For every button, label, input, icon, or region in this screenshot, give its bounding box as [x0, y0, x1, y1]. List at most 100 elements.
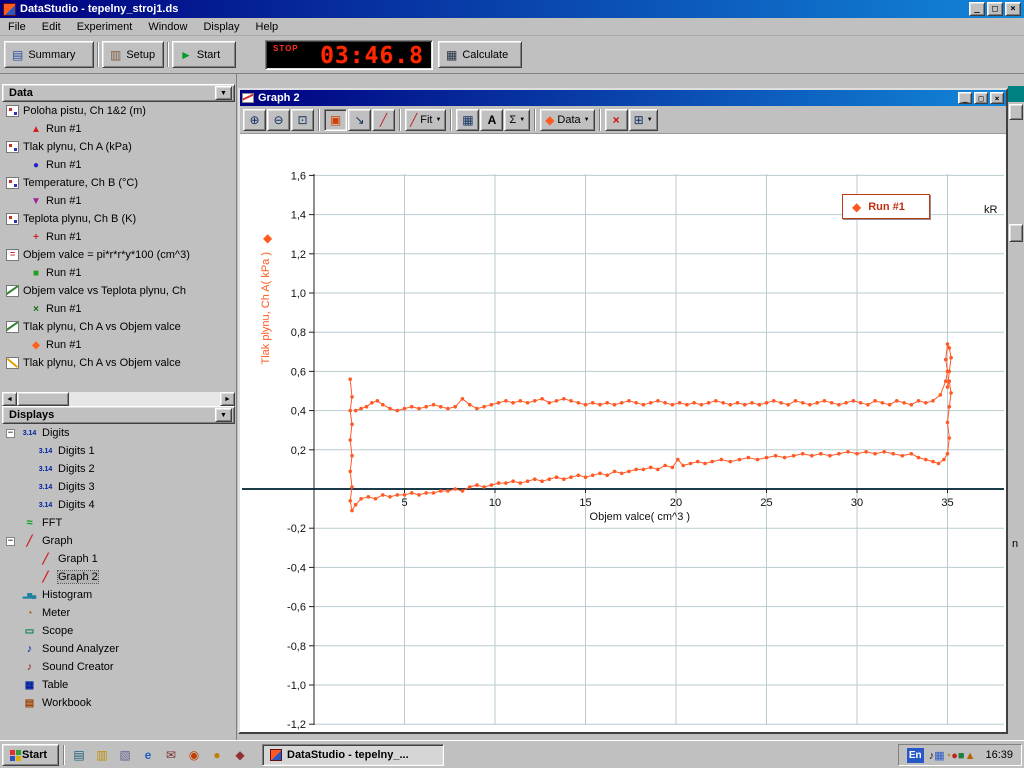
data-menu-button[interactable]: ◆Data▼ — [540, 109, 594, 131]
smart-tool-button[interactable]: ╱ — [372, 109, 395, 131]
zoom-out-button[interactable]: ⊖ — [267, 109, 290, 131]
graph-close-button[interactable]: × — [990, 92, 1004, 104]
start-recording-button[interactable]: ► Start — [172, 41, 236, 68]
svg-text:-1,2: -1,2 — [287, 719, 306, 731]
data-source-icon — [6, 285, 19, 297]
display-item-graph-1[interactable]: ╱Graph 1 — [2, 550, 235, 568]
menu-window[interactable]: Window — [140, 19, 195, 35]
remove-button[interactable]: × — [605, 109, 628, 131]
zoom-select-button[interactable]: ⊡ — [291, 109, 314, 131]
display-item-graph[interactable]: −╱Graph — [2, 532, 235, 550]
minimize-button[interactable]: _ — [969, 2, 985, 16]
menu-experiment[interactable]: Experiment — [69, 19, 141, 35]
quick-launch-files-icon[interactable]: ▧ — [116, 746, 134, 764]
data-source-item[interactable]: Poloha pistu, Ch 1&2 (m) — [2, 102, 235, 120]
summary-button[interactable]: ▤ Summary — [4, 41, 94, 68]
menu-help[interactable]: Help — [248, 19, 287, 35]
display-item-workbook[interactable]: ▤Workbook — [2, 694, 235, 712]
display-item-sound-analyzer[interactable]: ♪Sound Analyzer — [2, 640, 235, 658]
data-run-item[interactable]: ■Run #1 — [2, 264, 235, 282]
background-window-button[interactable] — [1009, 104, 1023, 120]
display-item-histogram[interactable]: ▂▆▄Histogram — [2, 586, 235, 604]
run-marker-icon: × — [30, 304, 42, 315]
fit-menu-button[interactable]: ╱Fit▼ — [405, 109, 446, 131]
calculate-button[interactable]: ▦ Calculate — [438, 41, 522, 68]
data-source-item[interactable]: Objem valce vs Teplota plynu, Ch — [2, 282, 235, 300]
display-item-sound-creator[interactable]: ♪Sound Creator — [2, 658, 235, 676]
displays-panel-title: Displays — [9, 409, 54, 421]
language-indicator[interactable]: En — [907, 748, 924, 763]
quick-launch-editor-icon[interactable]: ▥ — [93, 746, 111, 764]
start-menu-button[interactable]: Start — [2, 744, 59, 766]
display-item-digits-4[interactable]: 3.14Digits 4 — [2, 496, 235, 514]
window-titlebar[interactable]: DataStudio - tepelny_stroj1.ds _ □ × — [0, 0, 1024, 18]
display-item-meter[interactable]: ◔Meter — [2, 604, 235, 622]
quick-launch-mail-icon[interactable]: ✉ — [162, 746, 180, 764]
maximize-button[interactable]: □ — [987, 2, 1003, 16]
data-run-item[interactable]: ◆Run #1 — [2, 336, 235, 354]
display-item-table[interactable]: ▦Table — [2, 676, 235, 694]
zoom-in-button[interactable]: ⊕ — [243, 109, 266, 131]
taskbar-clock[interactable]: 16:39 — [985, 749, 1013, 761]
scroll-right-button[interactable]: ► — [220, 392, 235, 406]
data-run-item[interactable]: +Run #1 — [2, 228, 235, 246]
data-run-item[interactable]: ×Run #1 — [2, 300, 235, 318]
close-button[interactable]: × — [1005, 2, 1021, 16]
data-run-item[interactable]: ▲Run #1 — [2, 120, 235, 138]
display-item-graph-2[interactable]: ╱Graph 2 — [2, 568, 235, 586]
data-source-item[interactable]: Tlak plynu, Ch A vs Objem valce — [2, 354, 235, 372]
update-tray-icon[interactable]: ▲ — [965, 750, 976, 762]
display-item-digits[interactable]: −3.14Digits — [2, 424, 235, 442]
display-item-fft[interactable]: ≈FFT — [2, 514, 235, 532]
data-source-item[interactable]: Tlak plynu, Ch A vs Objem valce — [2, 318, 235, 336]
data-tree-scrollbar[interactable]: ◄ ► — [2, 392, 235, 406]
data-run-item[interactable]: ●Run #1 — [2, 156, 235, 174]
display-item-scope[interactable]: ▭Scope — [2, 622, 235, 640]
scrollbar-track[interactable] — [17, 392, 220, 406]
collapse-toggle[interactable]: − — [6, 537, 15, 546]
data-run-item[interactable]: ▼Run #1 — [2, 192, 235, 210]
display-item-digits-1[interactable]: 3.14Digits 1 — [2, 442, 235, 460]
quick-launch-chat-icon[interactable]: ● — [208, 746, 226, 764]
collapse-toggle[interactable]: − — [6, 429, 15, 438]
quick-launch-tools-icon[interactable]: ◆ — [231, 746, 249, 764]
grid-settings-button[interactable]: ⊞▼ — [629, 109, 658, 131]
menu-bar: FileEditExperimentWindowDisplayHelp — [0, 18, 1024, 36]
graph-minimize-button[interactable]: _ — [958, 92, 972, 104]
align-axes-button[interactable]: ↘ — [348, 109, 371, 131]
menu-file[interactable]: File — [0, 19, 34, 35]
displays-panel-collapse-button[interactable]: ▼ — [215, 408, 232, 422]
data-source-item[interactable]: Objem valce = pi*r*r*y*100 (cm^3) — [2, 246, 235, 264]
y-axis-label[interactable]: Tlak plynu, Ch A( kPa ) — [260, 252, 272, 365]
setup-button[interactable]: ▥ Setup — [102, 41, 164, 68]
scroll-left-button[interactable]: ◄ — [2, 392, 17, 406]
graph-window-titlebar[interactable]: Graph 2 _ □ × — [240, 90, 1006, 106]
data-panel-header[interactable]: Data ▼ — [2, 84, 235, 102]
calculator-button[interactable]: ▦ — [456, 109, 479, 131]
statistics-menu-button[interactable]: Σ▼ — [504, 109, 530, 131]
scale-to-fit-button[interactable]: ▣ — [324, 109, 347, 131]
data-panel-collapse-button[interactable]: ▼ — [215, 86, 232, 100]
legend[interactable]: ◆ Run #1 — [842, 194, 930, 219]
data-source-item[interactable]: Teplota plynu, Ch B (K) — [2, 210, 235, 228]
data-source-item[interactable]: Tlak plynu, Ch A (kPa) — [2, 138, 235, 156]
display-tray-icon[interactable]: ▦ — [934, 750, 944, 762]
taskbar-task-button[interactable]: DataStudio - tepelny_... — [262, 744, 444, 766]
graph-maximize-button[interactable]: □ — [974, 92, 988, 104]
background-window-button[interactable] — [1009, 224, 1023, 242]
text-tool-button[interactable]: A — [480, 109, 503, 131]
plot-area[interactable]: 1,61,41,21,00,80,60,40,2-0,2-0,4-0,6-0,8… — [240, 134, 1006, 732]
antivirus-tray-icon[interactable]: ● — [951, 750, 958, 762]
zoom-select-icon: ⊡ — [297, 113, 307, 127]
network-tray-icon[interactable]: ■ — [958, 750, 965, 762]
scrollbar-thumb[interactable] — [17, 392, 69, 406]
menu-display[interactable]: Display — [195, 19, 247, 35]
quick-launch-browser-icon[interactable]: e — [139, 746, 157, 764]
menu-edit[interactable]: Edit — [34, 19, 69, 35]
quick-launch-media-icon[interactable]: ◉ — [185, 746, 203, 764]
displays-panel-header[interactable]: Displays ▼ — [2, 406, 235, 424]
display-item-digits-3[interactable]: 3.14Digits 3 — [2, 478, 235, 496]
display-item-digits-2[interactable]: 3.14Digits 2 — [2, 460, 235, 478]
quick-launch-desktop-icon[interactable]: ▤ — [70, 746, 88, 764]
data-source-item[interactable]: Temperature, Ch B (°C) — [2, 174, 235, 192]
